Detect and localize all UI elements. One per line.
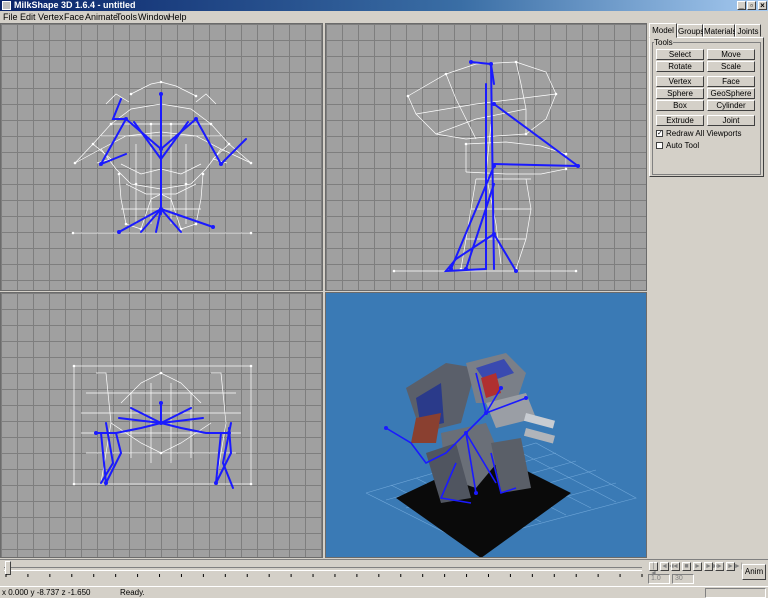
last-frame-button[interactable]: ►►|: [726, 562, 743, 571]
viewport-side[interactable]: [325, 23, 647, 291]
tool-panel: Model Groups Materials Joints Tools Sele…: [648, 23, 768, 559]
menu-bar: File Edit Vertex Face Animate Tools Wind…: [0, 11, 768, 23]
menu-help[interactable]: Help: [168, 11, 187, 23]
play-button[interactable]: ►: [693, 562, 702, 571]
auto-tool-checkbox[interactable]: [656, 142, 663, 149]
first-frame-button[interactable]: |◄: [649, 562, 658, 577]
cylinder-button[interactable]: Cylinder: [707, 100, 755, 111]
top-wireframe: [72, 364, 253, 489]
prev-frame-button[interactable]: ◄: [671, 562, 680, 571]
box-button[interactable]: Box: [656, 100, 704, 111]
coordinates-readout: x 0.000 y -8.737 z -1.650: [2, 588, 91, 597]
menu-animate[interactable]: Animate: [85, 11, 118, 23]
tools-group-label: Tools: [654, 38, 673, 47]
maximize-button[interactable]: ▫: [747, 1, 756, 10]
stop-button[interactable]: ■: [682, 562, 691, 571]
scale-button[interactable]: Scale: [707, 61, 755, 72]
timeline-track[interactable]: [4, 567, 642, 571]
viewport-3d[interactable]: [325, 292, 647, 558]
menu-edit[interactable]: Edit: [20, 11, 36, 23]
tab-joints[interactable]: Joints: [735, 24, 761, 37]
geosphere-button[interactable]: GeoSphere: [707, 88, 755, 99]
front-wireframe: [71, 80, 253, 235]
minimize-button[interactable]: _: [737, 1, 746, 10]
app-icon: [2, 1, 11, 10]
title-bar: MilkShape 3D 1.6.4 - untitled _ ▫ ×: [0, 0, 768, 11]
tab-groups[interactable]: Groups: [677, 24, 704, 37]
close-button[interactable]: ×: [758, 1, 767, 10]
side-wireframe: [392, 60, 580, 273]
timeline-slider-handle[interactable]: [5, 561, 11, 575]
animation-timeline: |◄ ◄◄ ◄ ■ ► ►► ►| ►►| 1.0 30 Anim: [0, 559, 768, 586]
status-bar: x 0.000 y -8.737 z -1.650 Ready.: [0, 586, 768, 598]
vertex-button[interactable]: Vertex: [656, 76, 704, 87]
perspective-scene: [365, 353, 637, 557]
next-frame-button[interactable]: ►|: [715, 562, 725, 571]
status-message: Ready.: [120, 588, 145, 597]
redraw-all-viewports-label: Redraw All Viewports: [666, 129, 742, 138]
menu-file[interactable]: File: [3, 11, 18, 23]
checkmark-icon: ✓: [657, 130, 663, 137]
rotate-button[interactable]: Rotate: [656, 61, 704, 72]
window-title: MilkShape 3D 1.6.4 - untitled: [14, 0, 136, 10]
menu-tools[interactable]: Tools: [116, 11, 137, 23]
joint-button[interactable]: Joint: [707, 115, 755, 126]
face-button[interactable]: Face: [707, 76, 755, 87]
viewport-top[interactable]: [0, 292, 323, 558]
menu-vertex[interactable]: Vertex: [38, 11, 64, 23]
select-button[interactable]: Select: [656, 49, 704, 60]
auto-tool-label: Auto Tool: [666, 141, 700, 150]
total-frames-field[interactable]: 30: [672, 574, 694, 584]
sphere-button[interactable]: Sphere: [656, 88, 704, 99]
viewport-front[interactable]: [0, 23, 323, 291]
current-frame-field[interactable]: 1.0: [648, 574, 670, 584]
move-button[interactable]: Move: [707, 49, 755, 60]
tab-materials[interactable]: Materials: [703, 24, 736, 37]
status-pane: [705, 588, 766, 598]
fast-forward-button[interactable]: ►►: [704, 562, 719, 571]
redraw-all-viewports-checkbox[interactable]: ✓: [656, 130, 663, 137]
timeline-ticks: [5, 574, 643, 577]
menu-face[interactable]: Face: [64, 11, 84, 23]
rewind-button[interactable]: ◄◄: [660, 562, 675, 571]
tab-model[interactable]: Model: [649, 23, 677, 38]
extrude-button[interactable]: Extrude: [656, 115, 704, 126]
anim-button[interactable]: Anim: [742, 564, 766, 580]
menu-window[interactable]: Window: [138, 11, 170, 23]
